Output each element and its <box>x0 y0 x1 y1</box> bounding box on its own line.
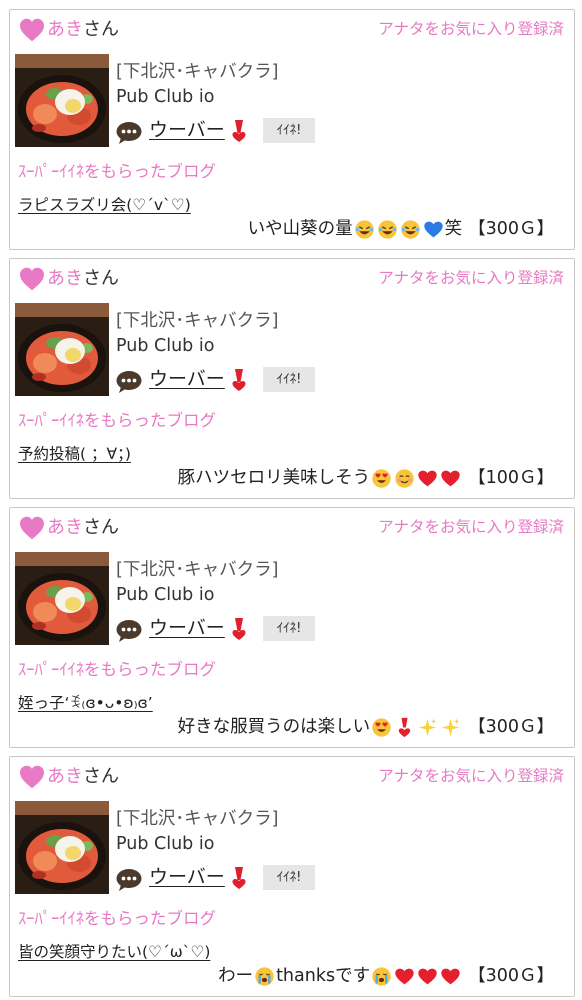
sparkles-emoji <box>441 718 460 736</box>
blog-title-link[interactable]: 予約投稿( ；∀；) <box>18 443 131 465</box>
shop-area: [下北沢･キャバクラ] <box>116 62 279 82</box>
super-iine-label: ｽｰﾊﾟｰｲｲﾈをもらったブログ <box>18 909 216 928</box>
sparkles-emoji <box>418 718 437 736</box>
user-name[interactable]: あきさん <box>47 268 119 290</box>
red-heart-emoji <box>418 470 437 486</box>
shop-photo[interactable] <box>15 54 109 147</box>
blog-card[interactable]: あきさん アナタをお気に入り登録済 [下北沢･キャバクラ] Pub Club i… <box>9 756 575 997</box>
exclamation-heart-emoji <box>398 717 411 737</box>
user-name-text: あき <box>47 19 83 40</box>
shop-photo[interactable] <box>15 552 109 645</box>
heart-icon <box>19 267 45 291</box>
points-badge: 【100Ｇ】 <box>468 468 554 488</box>
points-badge: 【300Ｇ】 <box>468 966 554 986</box>
comment-text: わー <box>218 966 254 986</box>
favorite-status: アナタをお気に入り登録済 <box>378 20 564 38</box>
red-heart-emoji <box>441 968 460 984</box>
comment-text: いや山葵の量 <box>247 219 353 239</box>
user-name[interactable]: あきさん <box>47 517 119 539</box>
blog-comment: 豚ハツセロリ美味しそう 【100Ｇ】 <box>178 466 554 490</box>
red-heart-emoji <box>418 968 437 984</box>
shop-name[interactable]: Pub Club io <box>116 833 214 855</box>
shop-name[interactable]: Pub Club io <box>116 584 214 606</box>
shop-name[interactable]: Pub Club io <box>116 335 214 357</box>
chat-bubble-icon <box>116 619 144 643</box>
user-name-text: あき <box>47 766 83 787</box>
comment-text: 豚ハツセロリ美味しそう <box>177 468 371 488</box>
crying-emoji <box>255 966 274 986</box>
super-iine-label: ｽｰﾊﾟｰｲｲﾈをもらったブログ <box>18 411 216 430</box>
user-name-text: あき <box>47 268 83 289</box>
super-iine-label: ｽｰﾊﾟｰｲｲﾈをもらったブログ <box>18 162 216 181</box>
user-name-text: あき <box>47 517 83 538</box>
iine-button[interactable]: ｲｲﾈ! <box>263 367 315 392</box>
points-badge: 【300Ｇ】 <box>468 219 554 239</box>
rofl-emoji <box>354 219 374 239</box>
blog-title-link[interactable]: 皆の笑顔守りたい(♡ˊωˋ♡) <box>18 941 210 963</box>
heart-eyes-emoji <box>372 468 391 488</box>
shop-area: [下北沢･キャバクラ] <box>116 809 279 829</box>
favorite-status: アナタをお気に入り登録済 <box>378 518 564 536</box>
user-name[interactable]: あきさん <box>47 19 119 41</box>
staff-name-link[interactable]: ウーバー <box>149 118 225 142</box>
rofl-emoji <box>377 219 397 239</box>
shop-area: [下北沢･キャバクラ] <box>116 560 279 580</box>
shop-name[interactable]: Pub Club io <box>116 86 214 108</box>
heart-icon <box>19 765 45 789</box>
user-name-suffix: さん <box>83 19 119 40</box>
favorite-status: アナタをお気に入り登録済 <box>378 269 564 287</box>
user-name-suffix: さん <box>83 766 119 787</box>
chat-bubble-icon <box>116 868 144 892</box>
exclamation-heart-icon <box>231 119 247 143</box>
shop-photo[interactable] <box>15 801 109 894</box>
blog-card[interactable]: あきさん アナタをお気に入り登録済 [下北沢･キャバクラ] Pub Club i… <box>9 9 575 250</box>
blog-title-link[interactable]: ラピスラズリ会(♡ˊvˋ♡) <box>18 194 191 216</box>
chat-bubble-icon <box>116 370 144 394</box>
blog-card[interactable]: あきさん アナタをお気に入り登録済 [下北沢･キャバクラ] Pub Club i… <box>9 258 575 499</box>
super-iine-label: ｽｰﾊﾟｰｲｲﾈをもらったブログ <box>18 660 216 679</box>
heart-icon <box>19 516 45 540</box>
smiling-emoji <box>395 468 414 488</box>
comment-text: 好きな服買うのは楽しい <box>177 717 371 737</box>
points-badge: 【300Ｇ】 <box>468 717 554 737</box>
red-heart-emoji <box>395 968 414 984</box>
exclamation-heart-icon <box>231 866 247 890</box>
exclamation-heart-icon <box>231 617 247 641</box>
crying-emoji <box>372 966 391 986</box>
user-name-suffix: さん <box>83 517 119 538</box>
staff-name-link[interactable]: ウーバー <box>149 865 225 889</box>
iine-button[interactable]: ｲｲﾈ! <box>263 616 315 641</box>
heart-icon <box>19 18 45 42</box>
exclamation-heart-icon <box>231 368 247 392</box>
shop-area: [下北沢･キャバクラ] <box>116 311 279 331</box>
staff-name-link[interactable]: ウーバー <box>149 616 225 640</box>
blog-comment: 好きな服買うのは楽しい 【300Ｇ】 <box>178 715 554 739</box>
comment-suffix: 笑 <box>444 219 463 239</box>
iine-button[interactable]: ｲｲﾈ! <box>263 118 315 143</box>
chat-bubble-icon <box>116 121 144 145</box>
shop-photo[interactable] <box>15 303 109 396</box>
blog-title-link[interactable]: 姪っ子‘ꉂ₍ɞ•ᴗ•ʚ₎ɞ’ <box>18 692 153 714</box>
heart-eyes-emoji <box>372 717 391 737</box>
user-name[interactable]: あきさん <box>47 766 119 788</box>
comment-text-middle: thanksです <box>276 966 371 986</box>
rofl-emoji <box>400 219 420 239</box>
staff-name-link[interactable]: ウーバー <box>149 367 225 391</box>
blog-comment: いや山葵の量 笑【300Ｇ】 <box>248 217 554 241</box>
red-heart-emoji <box>441 470 460 486</box>
favorite-status: アナタをお気に入り登録済 <box>378 767 564 785</box>
blue-heart-emoji <box>423 221 443 237</box>
iine-button[interactable]: ｲｲﾈ! <box>263 865 315 890</box>
blog-comment: わー thanksです 【300Ｇ】 <box>218 964 554 988</box>
blog-card[interactable]: あきさん アナタをお気に入り登録済 [下北沢･キャバクラ] Pub Club i… <box>9 507 575 748</box>
user-name-suffix: さん <box>83 268 119 289</box>
